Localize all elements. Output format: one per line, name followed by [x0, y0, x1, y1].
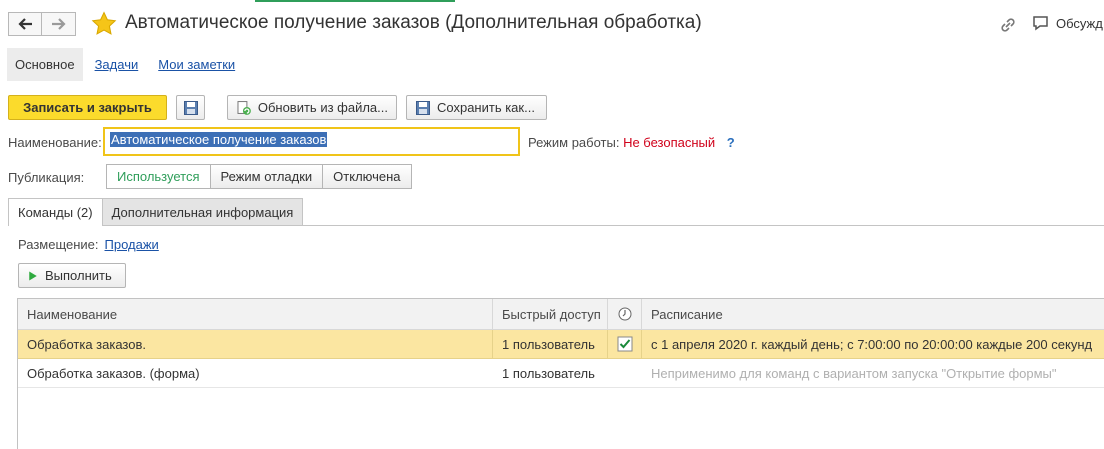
publication-option-disabled[interactable]: Отключена [323, 164, 412, 189]
commands-table: Наименование Быстрый доступ Расписание О… [17, 298, 1104, 449]
quick-access-value[interactable]: 1 пользователь [493, 330, 608, 358]
mode-label: Режим работы: [528, 135, 620, 150]
discuss-button[interactable]: Обсужд [1032, 14, 1103, 32]
table-row[interactable]: Обработка заказов. (форма) 1 пользовател… [18, 359, 1104, 388]
mode-value[interactable]: Не безопасный [623, 135, 715, 150]
publication-option-debug[interactable]: Режим отладки [210, 164, 324, 189]
save-as-icon [416, 100, 430, 115]
tab-additional-info[interactable]: Дополнительная информация [102, 198, 304, 225]
help-icon[interactable]: ? [727, 135, 735, 150]
publication-option-used[interactable]: Используется [106, 164, 211, 189]
top-accent-line [255, 0, 455, 2]
update-from-file-button[interactable]: Обновить из файла... [227, 95, 397, 120]
name-input[interactable]: Автоматическое получение заказов [103, 127, 520, 156]
command-name: Обработка заказов. (форма) [27, 365, 200, 381]
name-label: Наименование: [8, 135, 102, 150]
page-title: Автоматическое получение заказов (Дополн… [125, 12, 702, 33]
history-navigation [8, 12, 76, 36]
play-icon [29, 271, 37, 280]
table-row[interactable]: Обработка заказов. 1 пользователь с 1 ап… [18, 330, 1104, 359]
column-quick-access-header[interactable]: Быстрый доступ [493, 299, 608, 329]
run-label: Выполнить [45, 268, 112, 283]
save-close-button[interactable]: Записать и закрыть [8, 95, 167, 120]
arrow-right-icon [51, 18, 66, 30]
column-schedule-header[interactable]: Расписание [642, 299, 1104, 329]
section-tasks[interactable]: Задачи [95, 57, 139, 72]
star-icon[interactable] [91, 11, 117, 37]
schedule-value[interactable]: с 1 апреля 2020 г. каждый день; с 7:00:0… [642, 330, 1104, 358]
discuss-label: Обсужд [1056, 15, 1103, 31]
mode-row: Режим работы: Не безопасный ? [528, 135, 735, 150]
name-value: Автоматическое получение заказов [110, 132, 328, 147]
placement-link[interactable]: Продажи [105, 237, 159, 252]
command-name: Обработка заказов. [18, 330, 493, 358]
publication-label: Публикация: [8, 170, 85, 185]
quick-access-value[interactable]: 1 пользователь [493, 359, 608, 387]
publication-switch: Используется Режим отладки Отключена [106, 164, 412, 189]
save-as-button[interactable]: Сохранить как... [406, 95, 547, 120]
forward-button[interactable] [42, 12, 76, 36]
checkbox-checked-icon [617, 336, 632, 352]
run-button[interactable]: Выполнить [18, 263, 126, 288]
schedule-value: Неприменимо для команд с вариантом запус… [651, 365, 1057, 381]
update-from-file-icon [237, 100, 251, 115]
clock-icon [618, 307, 631, 321]
floppy-icon [183, 100, 198, 115]
column-name-header[interactable]: Наименование [18, 299, 493, 329]
save-as-label: Сохранить как... [437, 100, 535, 115]
column-scheduled-header[interactable] [608, 299, 642, 329]
placement-row: Размещение: Продажи [18, 237, 159, 252]
chat-icon [1033, 16, 1048, 31]
link-icon[interactable] [998, 15, 1018, 35]
back-button[interactable] [8, 12, 42, 36]
form-tabs: Команды (2) Дополнительная информация [8, 198, 304, 226]
section-tabs: Основное Задачи Мои заметки [7, 48, 235, 81]
table-header: Наименование Быстрый доступ Расписание [18, 299, 1104, 330]
save-button[interactable] [176, 95, 205, 120]
placement-label: Размещение: [18, 237, 99, 252]
arrow-left-icon [18, 18, 32, 30]
section-main[interactable]: Основное [7, 48, 83, 81]
scheduled-checkbox-empty [608, 359, 642, 387]
section-notes[interactable]: Мои заметки [158, 57, 235, 72]
update-from-file-label: Обновить из файла... [257, 100, 388, 115]
scheduled-checkbox[interactable] [608, 330, 642, 358]
tab-commands[interactable]: Команды (2) [8, 198, 103, 226]
